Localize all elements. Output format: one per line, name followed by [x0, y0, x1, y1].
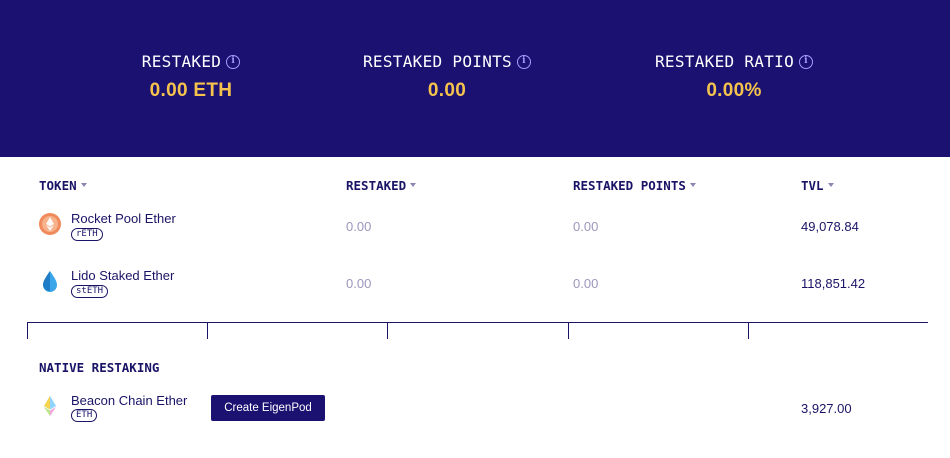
create-eigenpod-button[interactable]: Create EigenPod — [211, 395, 325, 421]
token-name: Beacon Chain Ether — [71, 393, 188, 408]
restaked-value: 0.00 — [346, 219, 372, 234]
divider-tick — [387, 322, 388, 339]
column-header-restaked[interactable]: RESTAKED — [346, 178, 417, 193]
stat-value: 0.00% — [706, 80, 762, 101]
stat-label: RESTAKED POINTS — [363, 52, 512, 71]
stat-label: RESTAKED — [141, 52, 222, 71]
column-header-tvl[interactable]: TVL — [801, 178, 834, 193]
token-symbol-badge: ETH — [71, 409, 98, 422]
table-row[interactable]: Rocket Pool Ether rETH 0.00 0.00 49,078.… — [0, 207, 950, 247]
restaked-points-value: 0.00 — [573, 276, 599, 291]
token-name: Lido Staked Ether — [71, 268, 175, 283]
token-symbol-badge: stETH — [71, 285, 109, 298]
stat-restaked-points: RESTAKED POINTS i 0.00 — [362, 52, 532, 102]
sort-caret-icon — [689, 182, 696, 187]
divider-tick — [748, 322, 749, 339]
column-header-restaked-points[interactable]: RESTAKED POINTS — [573, 178, 696, 193]
table-row[interactable]: Beacon Chain Ether ETH 3,927.00 — [0, 389, 950, 429]
stat-restaked-ratio: RESTAKED RATIO i 0.00% — [654, 52, 814, 102]
tvl-value: 3,927.00 — [801, 401, 852, 416]
sort-caret-icon — [410, 182, 417, 187]
native-restaking-title: NATIVE RESTAKING — [39, 360, 160, 375]
divider-tick — [207, 322, 208, 339]
table-divider — [27, 322, 928, 323]
divider-tick — [568, 322, 569, 339]
beacon-chain-ether-icon — [44, 396, 56, 416]
column-header-token[interactable]: TOKEN — [39, 178, 87, 193]
token-name: Rocket Pool Ether — [71, 211, 176, 226]
divider-tick — [27, 322, 28, 339]
stat-restaked: RESTAKED i 0.00 ETH — [141, 52, 241, 102]
token-symbol-badge: rETH — [71, 228, 103, 241]
sort-caret-icon — [80, 182, 87, 187]
tvl-value: 49,078.84 — [801, 219, 859, 234]
restaked-points-value: 0.00 — [573, 219, 599, 234]
tvl-value: 118,851.42 — [801, 276, 866, 291]
stat-value: 0.00 — [427, 80, 467, 101]
lido-staked-ether-icon — [43, 271, 57, 292]
stat-label: RESTAKED RATIO — [654, 52, 795, 71]
sort-caret-icon — [827, 182, 834, 187]
info-icon[interactable]: i — [517, 54, 531, 69]
table-row[interactable]: Lido Staked Ether stETH 0.00 0.00 118,85… — [0, 264, 950, 304]
info-icon[interactable]: i — [799, 54, 814, 69]
restake-summary-banner: RESTAKED i 0.00 ETH RESTAKED POINTS i 0.… — [0, 0, 950, 157]
restaked-value: 0.00 — [346, 276, 372, 291]
stat-value: 0.00 ETH — [149, 80, 233, 101]
info-icon[interactable]: i — [226, 54, 241, 69]
rocket-pool-ether-icon — [39, 213, 61, 235]
